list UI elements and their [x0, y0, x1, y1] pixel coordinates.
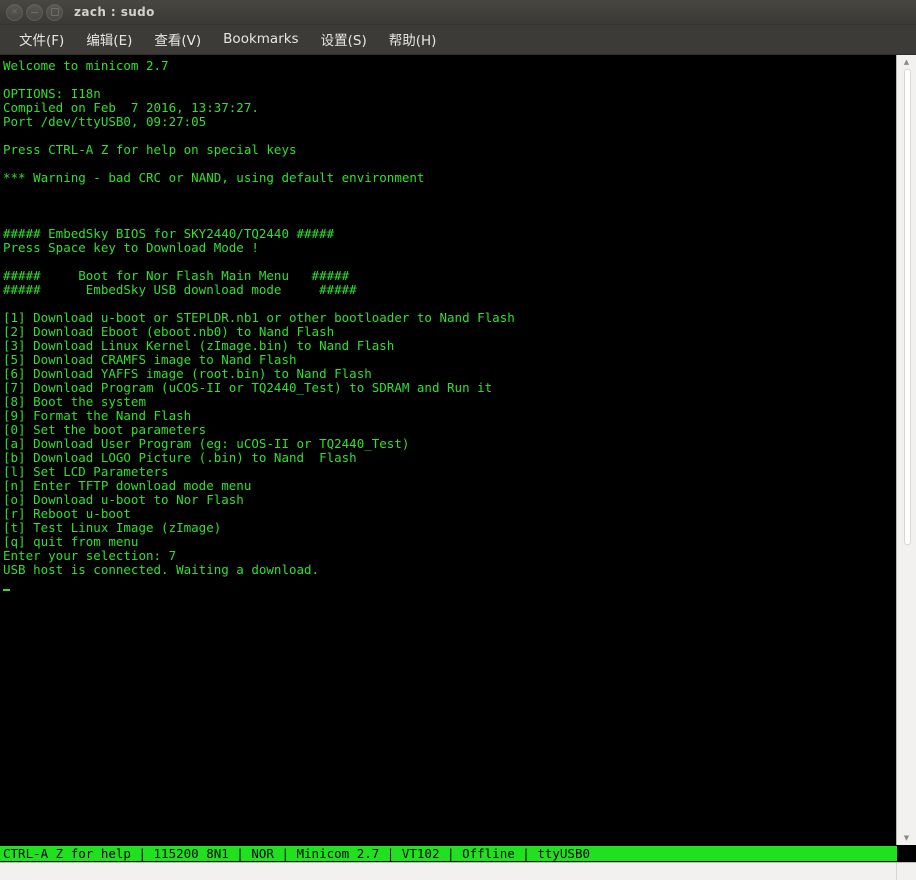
menu-item-edit[interactable]: 编辑(E) — [75, 26, 143, 53]
terminal-line: [o] Download u-boot to Nor Flash — [3, 492, 244, 507]
menu-item-bookmarks[interactable]: Bookmarks — [212, 28, 309, 51]
minicom-status-bar: CTRL-A Z for help | 115200 8N1 | NOR | M… — [0, 845, 916, 862]
terminal-line: [7] Download Program (uCOS-II or TQ2440_… — [3, 380, 493, 395]
text-cursor — [3, 577, 10, 591]
terminal-line: Compiled on Feb 7 2016, 13:37:27. — [3, 100, 259, 115]
menu-item-view[interactable]: 查看(V) — [143, 26, 212, 53]
terminal-line: USB host is connected. Waiting a downloa… — [3, 562, 320, 577]
terminal-line: OPTIONS: I18n — [3, 86, 101, 101]
terminal-line: [b] Download LOGO Picture (.bin) to Nand… — [3, 450, 357, 465]
minicom-status-text: CTRL-A Z for help | 115200 8N1 | NOR | M… — [0, 846, 897, 861]
scrollbar-track[interactable] — [897, 69, 916, 831]
terminal-line: [3] Download Linux Kernel (zImage.bin) t… — [3, 338, 395, 353]
terminal-line: ##### Boot for Nor Flash Main Menu ##### — [3, 268, 350, 283]
terminal-line: Press Space key to Download Mode ! — [3, 240, 259, 255]
close-button[interactable]: × — [6, 3, 23, 21]
terminal-line: [9] Format the Nand Flash — [3, 408, 192, 423]
terminal-line: Port /dev/ttyUSB0, 09:27:05 — [3, 114, 207, 129]
menu-item-file[interactable]: 文件(F) — [8, 26, 75, 53]
maximize-button[interactable] — [46, 3, 63, 21]
terminal-line: Welcome to minicom 2.7 — [3, 58, 169, 73]
terminal-line: [2] Download Eboot (eboot.nb0) to Nand F… — [3, 324, 335, 339]
terminal-line: [5] Download CRAMFS image to Nand Flash — [3, 352, 297, 367]
terminal-line: [l] Set LCD Parameters — [3, 464, 169, 479]
terminal-line: ##### EmbedSky BIOS for SKY2440/TQ2440 #… — [3, 226, 335, 241]
scroll-up-arrow-icon[interactable]: ▲ — [897, 55, 916, 69]
maximize-icon — [50, 8, 59, 16]
terminal-line: Press CTRL-A Z for help on special keys — [3, 142, 297, 157]
menu-item-settings[interactable]: 设置(S) — [310, 26, 378, 53]
menubar: 文件(F) 编辑(E) 查看(V) Bookmarks 设置(S) 帮助(H) — [0, 25, 916, 55]
window-title: zach : sudo — [74, 5, 155, 19]
terminal-area: Welcome to minicom 2.7 OPTIONS: I18n Comp… — [0, 55, 916, 845]
terminal-line: *** Warning - bad CRC or NAND, using def… — [3, 170, 425, 185]
window-titlebar[interactable]: × zach : sudo — [0, 0, 916, 25]
terminal-line: [a] Download User Program (eg: uCOS-II o… — [3, 436, 410, 451]
vertical-scrollbar[interactable]: ▲ ▼ — [896, 55, 916, 845]
close-icon: × — [10, 6, 19, 17]
window-bottom-strip — [0, 862, 916, 880]
terminal-line: [1] Download u-boot or STEPLDR.nb1 or ot… — [3, 310, 515, 325]
scrollbar-corner — [896, 863, 916, 880]
minimize-icon — [31, 11, 38, 13]
terminal-line: Enter your selection: 7 — [3, 548, 177, 563]
terminal-line: [r] Reboot u-boot — [3, 506, 131, 521]
menu-item-help[interactable]: 帮助(H) — [378, 26, 448, 53]
terminal-cursor-line — [3, 577, 896, 591]
terminal-line: [8] Boot the system — [3, 394, 146, 409]
scroll-down-arrow-icon[interactable]: ▼ — [897, 831, 916, 845]
minimize-button[interactable] — [26, 3, 43, 21]
scrollbar-thumb[interactable] — [904, 69, 911, 545]
terminal-window: × zach : sudo 文件(F) 编辑(E) 查看(V) Bookmark… — [0, 0, 916, 880]
terminal-line: [0] Set the boot parameters — [3, 422, 207, 437]
terminal-line: [q] quit from menu — [3, 534, 139, 549]
terminal-line: [n] Enter TFTP download mode menu — [3, 478, 252, 493]
terminal-line: ##### EmbedSky USB download mode ##### — [3, 282, 357, 297]
terminal-line: [t] Test Linux Image (zImage) — [3, 520, 222, 535]
window-controls: × — [0, 3, 63, 21]
terminal-output[interactable]: Welcome to minicom 2.7 OPTIONS: I18n Comp… — [0, 55, 896, 845]
terminal-line: [6] Download YAFFS image (root.bin) to N… — [3, 366, 372, 381]
